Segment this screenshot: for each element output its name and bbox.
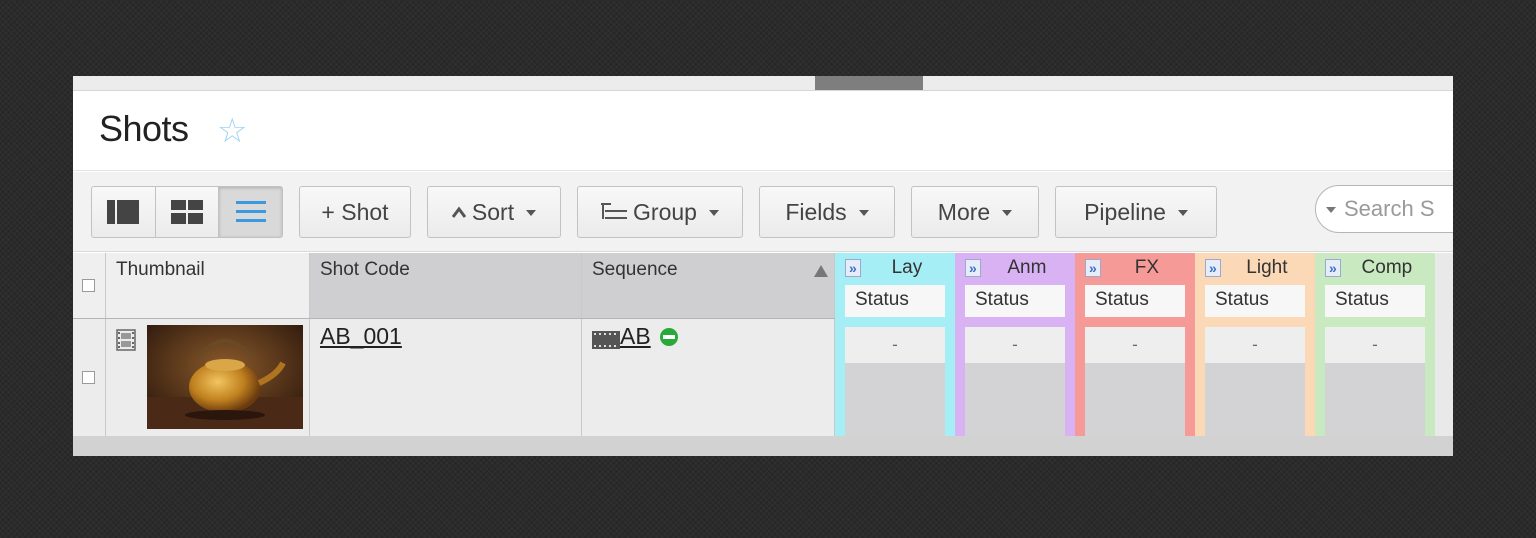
column-view-icon xyxy=(107,200,140,224)
group-button[interactable]: Group xyxy=(577,186,743,238)
more-label: More xyxy=(937,198,991,225)
shots-panel: Shots ☆ + Shot Sort Group Fields More Pi… xyxy=(73,76,1453,456)
pipeline-status-fx[interactable]: - xyxy=(1085,327,1185,363)
thumbnail-cell xyxy=(106,319,310,436)
shots-grid: Thumbnail Shot Code Sequence AB_001 AB »… xyxy=(73,253,1453,436)
add-shot-button[interactable]: + Shot xyxy=(299,186,411,238)
pipeline-header-anm[interactable]: » Anm xyxy=(965,253,1065,283)
top-strip xyxy=(73,76,1453,91)
pipeline-header-light[interactable]: » Light xyxy=(1205,253,1305,283)
pipeline-subheader-comp: Status xyxy=(1325,285,1425,317)
pipeline-label-comp: Comp xyxy=(1361,257,1413,278)
sort-ascending-icon xyxy=(814,265,828,277)
pipeline-subheader-anm: Status xyxy=(965,285,1065,317)
shot-code-link[interactable]: AB_001 xyxy=(320,323,402,349)
pipeline-status-comp[interactable]: - xyxy=(1325,327,1425,363)
shot-thumbnail[interactable] xyxy=(147,325,303,429)
pipeline-label-anm: Anm xyxy=(1007,257,1047,278)
expand-icon[interactable]: » xyxy=(845,259,861,277)
sequence-icon xyxy=(592,331,620,349)
column-header-thumbnail-label: Thumbnail xyxy=(116,259,205,280)
pipeline-header-lay[interactable]: » Lay xyxy=(845,253,945,283)
column-header-sequence[interactable]: Sequence xyxy=(582,253,835,318)
pipeline-body-anm xyxy=(965,363,1065,436)
sequence-cell: AB xyxy=(582,319,835,436)
group-icon xyxy=(601,203,628,219)
pipeline-column-anm: » Anm Status - xyxy=(955,253,1075,436)
pipeline-subheader-light: Status xyxy=(1205,285,1305,317)
drag-handle[interactable] xyxy=(815,76,923,90)
pipeline-body-comp xyxy=(1325,363,1425,436)
sort-arrow-icon xyxy=(451,206,466,218)
title-area: Shots ☆ xyxy=(73,91,1453,171)
row-select-cell xyxy=(73,319,106,436)
footer-scrollbar[interactable] xyxy=(73,436,1453,456)
column-view-button[interactable] xyxy=(92,187,156,237)
expand-icon[interactable]: » xyxy=(965,259,981,277)
sequence-link[interactable]: AB xyxy=(620,323,651,350)
chevron-down-icon xyxy=(526,210,537,216)
group-label: Group xyxy=(633,198,697,225)
search-dropdown-icon[interactable] xyxy=(1326,207,1336,213)
expand-icon[interactable]: » xyxy=(1085,259,1101,277)
pipeline-label-light: Light xyxy=(1246,257,1288,278)
chevron-down-icon xyxy=(1002,210,1013,216)
pipeline-body-light xyxy=(1205,363,1305,436)
more-button[interactable]: More xyxy=(911,186,1039,238)
list-view-button[interactable] xyxy=(219,187,282,237)
search-input[interactable] xyxy=(1344,196,1453,222)
search-field[interactable] xyxy=(1315,185,1453,233)
pipeline-status-lay[interactable]: - xyxy=(845,327,945,363)
row-checkbox[interactable] xyxy=(82,371,95,384)
film-icon[interactable] xyxy=(116,329,136,351)
pipeline-column-light: » Light Status - xyxy=(1195,253,1315,436)
star-icon[interactable]: ☆ xyxy=(217,111,247,151)
select-all-checkbox[interactable] xyxy=(82,279,95,292)
sort-label: Sort xyxy=(471,198,515,225)
pipeline-header-comp[interactable]: » Comp xyxy=(1325,253,1425,283)
chevron-down-icon xyxy=(708,210,719,216)
pipeline-status-light[interactable]: - xyxy=(1205,327,1305,363)
column-header-sequence-label: Sequence xyxy=(592,259,678,280)
chevron-down-icon xyxy=(858,210,869,216)
sort-button[interactable]: Sort xyxy=(427,186,561,238)
list-view-icon xyxy=(235,201,266,222)
pipeline-button[interactable]: Pipeline xyxy=(1055,186,1217,238)
pipeline-column-lay: » Lay Status - xyxy=(835,253,955,436)
toolbar: + Shot Sort Group Fields More Pipeline xyxy=(73,172,1453,252)
pipeline-subheader-fx: Status xyxy=(1085,285,1185,317)
pipeline-label: Pipeline xyxy=(1084,198,1166,225)
column-header-thumbnail[interactable]: Thumbnail xyxy=(106,253,310,318)
pipeline-label-lay: Lay xyxy=(891,257,923,278)
fields-button[interactable]: Fields xyxy=(759,186,895,238)
pipeline-header-fx[interactable]: » FX xyxy=(1085,253,1185,283)
expand-icon[interactable]: » xyxy=(1205,259,1221,277)
pipeline-body-lay xyxy=(845,363,945,436)
pipeline-label-fx: FX xyxy=(1134,257,1160,278)
shot-code-cell: AB_001 xyxy=(310,319,582,436)
view-mode-toggle xyxy=(91,186,283,238)
expand-icon[interactable]: » xyxy=(1325,259,1341,277)
pipeline-subheader-lay: Status xyxy=(845,285,945,317)
status-icon xyxy=(659,328,678,346)
chevron-down-icon xyxy=(1177,210,1188,216)
column-header-shot-code[interactable]: Shot Code xyxy=(310,253,582,318)
grid-view-icon xyxy=(171,200,203,224)
grid-view-button[interactable] xyxy=(156,187,220,237)
select-all-cell xyxy=(73,253,106,318)
add-shot-label: + Shot xyxy=(321,198,389,225)
pipeline-body-fx xyxy=(1085,363,1185,436)
pipeline-status-anm[interactable]: - xyxy=(965,327,1065,363)
fields-label: Fields xyxy=(785,198,847,225)
pipeline-column-comp: » Comp Status - xyxy=(1315,253,1435,436)
pipeline-column-fx: » FX Status - xyxy=(1075,253,1195,436)
column-header-shot-code-label: Shot Code xyxy=(320,259,410,280)
page-title: Shots xyxy=(99,108,189,149)
